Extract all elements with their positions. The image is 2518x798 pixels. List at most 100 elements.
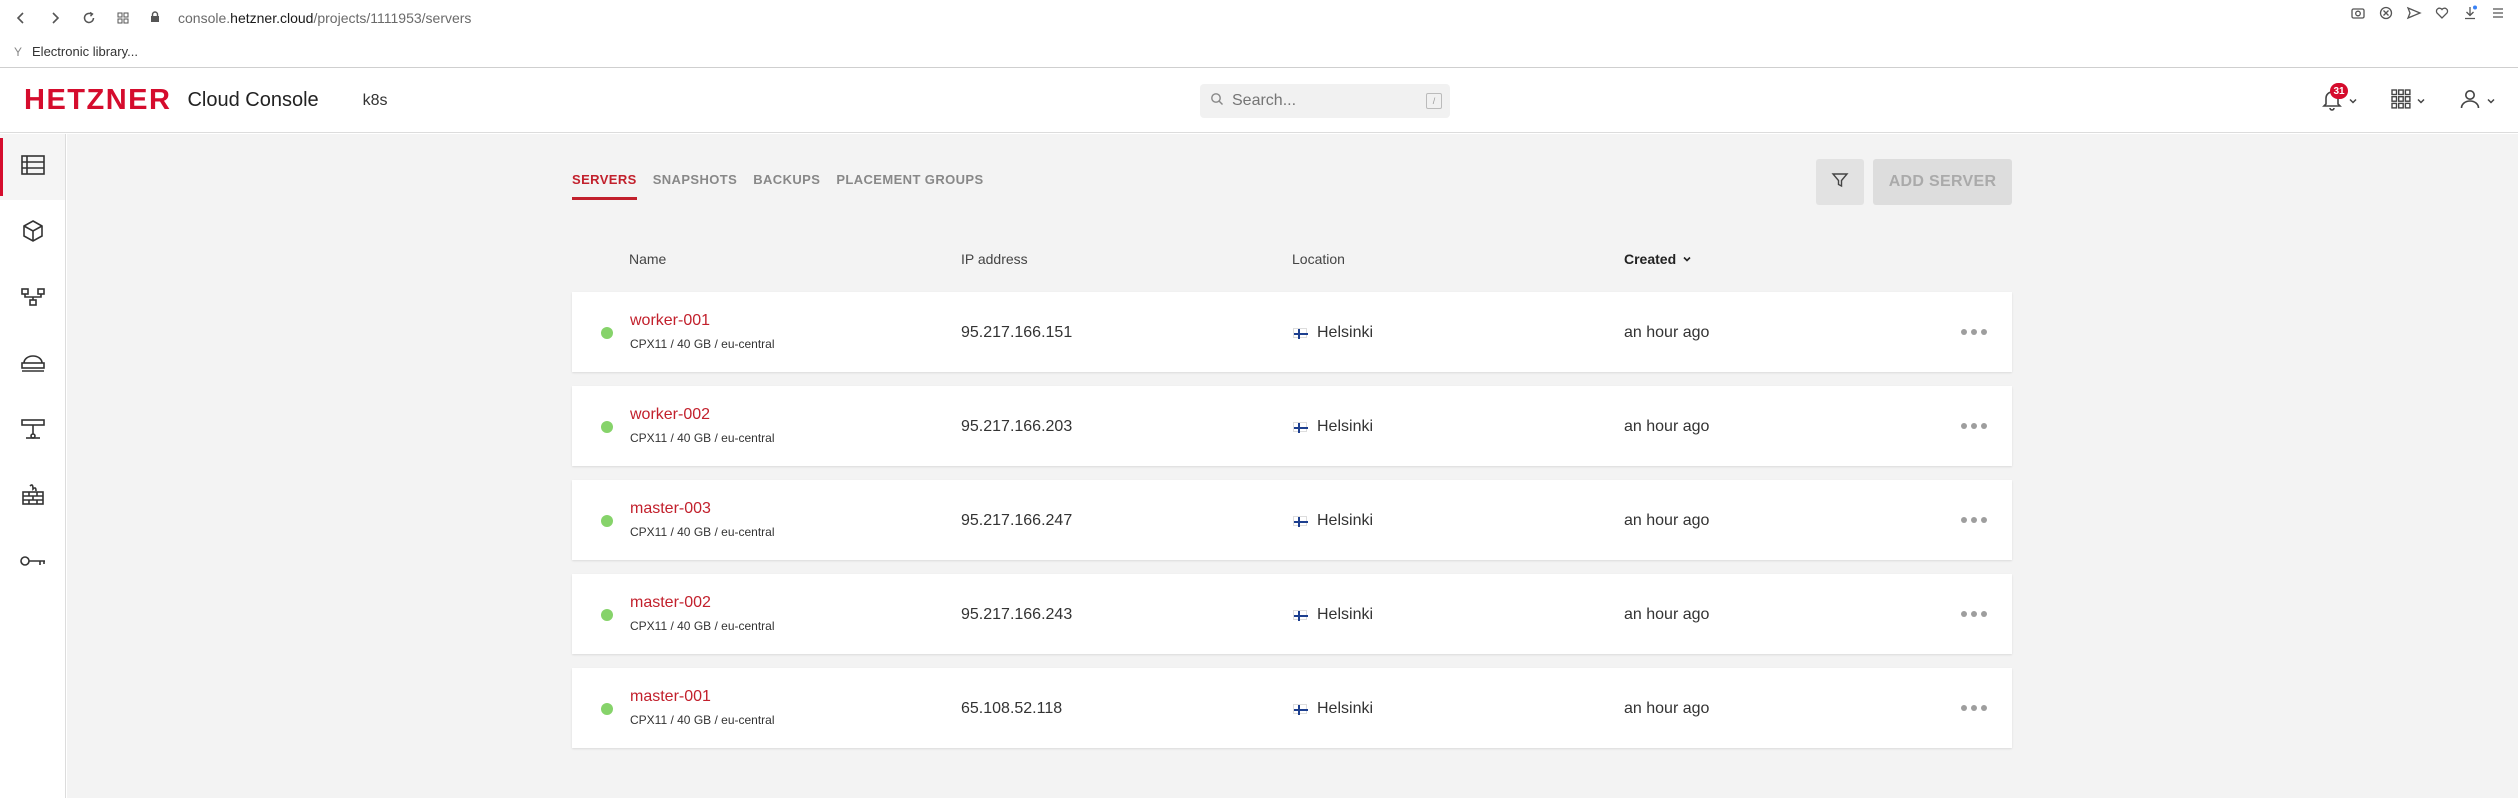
firewalls-icon: [20, 483, 46, 512]
sort-desc-icon: [1682, 251, 1692, 267]
server-name-link[interactable]: worker-002: [630, 406, 710, 424]
server-spec: CPX11 / 40 GB / eu-central: [630, 431, 775, 445]
server-created: an hour ago: [1624, 700, 1710, 717]
chevron-down-icon: [2486, 93, 2496, 111]
volumes-icon: [21, 219, 45, 248]
lock-icon: [150, 10, 160, 26]
server-location: Helsinki: [1317, 512, 1374, 529]
bookmark-electronic-library[interactable]: Electronic library...: [32, 44, 138, 59]
server-spec: CPX11 / 40 GB / eu-central: [630, 619, 775, 633]
filter-button[interactable]: [1816, 159, 1864, 205]
tab-servers[interactable]: SERVERS: [572, 172, 637, 200]
servers-icon: [20, 154, 46, 181]
apps-menu-button[interactable]: [2390, 88, 2426, 115]
more-actions-icon[interactable]: [1954, 320, 1994, 344]
sidebar-item-floating-ips[interactable]: [0, 398, 65, 464]
server-ip: 95.217.166.243: [961, 606, 1073, 623]
tab-placement-groups[interactable]: PLACEMENT GROUPS: [836, 172, 983, 200]
column-header-created[interactable]: Created: [1624, 251, 1692, 267]
tab-snapshots[interactable]: SNAPSHOTS: [653, 172, 738, 200]
server-row[interactable]: master-002 CPX11 / 40 GB / eu-central 95…: [572, 574, 2012, 654]
sidebar-item-load-balancers[interactable]: [0, 332, 65, 398]
status-running-indicator: [601, 609, 613, 621]
app-header: HETZNER Cloud Console k8s / 31: [0, 69, 2518, 133]
finland-flag-icon: [1293, 516, 1308, 527]
floating-ips-icon: [20, 417, 46, 446]
filter-icon: [1831, 171, 1849, 194]
server-ip: 95.217.166.247: [961, 512, 1073, 529]
apps-grid-icon[interactable]: [110, 5, 136, 31]
address-bar[interactable]: console. hetzner.cloud/projects/1111953/s…: [150, 10, 471, 26]
main-content: SERVERS SNAPSHOTS BACKUPS PLACEMENT GROU…: [67, 134, 2518, 798]
url-path: /projects/1111953/servers: [313, 10, 472, 26]
url-host: hetzner.cloud: [230, 10, 314, 26]
server-row[interactable]: worker-001 CPX11 / 40 GB / eu-central 95…: [572, 292, 2012, 372]
sidebar-item-servers[interactable]: [0, 134, 65, 200]
more-actions-icon[interactable]: [1954, 508, 1994, 532]
user-menu-button[interactable]: [2458, 87, 2496, 116]
server-name-link[interactable]: master-003: [630, 500, 711, 518]
column-header-name[interactable]: Name: [629, 251, 666, 267]
reload-icon[interactable]: [76, 5, 102, 31]
notifications-badge: 31: [2330, 83, 2348, 99]
sidebar-item-networks[interactable]: [0, 266, 65, 332]
notifications-button[interactable]: 31: [2320, 83, 2358, 116]
chevron-down-icon: [2416, 93, 2426, 111]
screenshot-icon[interactable]: [2350, 5, 2366, 26]
bookmarks-bar: Y Electronic library...: [0, 36, 2518, 68]
bookmark-icon: Y: [14, 44, 23, 59]
sidebar: [0, 134, 66, 798]
server-row[interactable]: master-003 CPX11 / 40 GB / eu-central 95…: [572, 480, 2012, 560]
tab-backups[interactable]: BACKUPS: [753, 172, 820, 200]
more-actions-icon[interactable]: [1954, 414, 1994, 438]
finland-flag-icon: [1293, 328, 1308, 339]
forward-icon[interactable]: [42, 5, 68, 31]
column-header-ip[interactable]: IP address: [961, 251, 1028, 267]
server-created: an hour ago: [1624, 606, 1710, 623]
search-input[interactable]: [1232, 92, 1402, 110]
back-icon[interactable]: [8, 5, 34, 31]
finland-flag-icon: [1293, 422, 1308, 433]
sidebar-item-ssh-keys[interactable]: [0, 530, 65, 596]
more-actions-icon[interactable]: [1954, 602, 1994, 626]
ssh-keys-icon: [19, 554, 47, 573]
hetzner-logo[interactable]: HETZNER: [24, 84, 171, 117]
send-icon[interactable]: [2406, 5, 2422, 26]
browser-toolbar: console. hetzner.cloud/projects/1111953/s…: [0, 0, 2518, 36]
search-shortcut: /: [1426, 93, 1442, 109]
server-row[interactable]: worker-002 CPX11 / 40 GB / eu-central 95…: [572, 386, 2012, 466]
product-name: Cloud Console: [187, 89, 319, 111]
apps-grid-icon: [2390, 88, 2412, 115]
server-spec: CPX11 / 40 GB / eu-central: [630, 337, 775, 351]
add-server-button[interactable]: ADD SERVER: [1873, 159, 2012, 205]
server-row[interactable]: master-001 CPX11 / 40 GB / eu-central 65…: [572, 668, 2012, 748]
finland-flag-icon: [1293, 704, 1308, 715]
server-name-link[interactable]: master-002: [630, 594, 711, 612]
server-spec: CPX11 / 40 GB / eu-central: [630, 713, 775, 727]
server-name-link[interactable]: master-001: [630, 688, 711, 706]
column-header-created-label: Created: [1624, 251, 1677, 267]
status-running-indicator: [601, 703, 613, 715]
column-header-location[interactable]: Location: [1292, 251, 1345, 267]
heart-icon[interactable]: [2434, 5, 2450, 26]
url-prefix: console.: [178, 10, 231, 26]
sidebar-item-volumes[interactable]: [0, 200, 65, 266]
search-icon: [1210, 92, 1224, 111]
project-name[interactable]: k8s: [363, 92, 388, 110]
status-running-indicator: [601, 327, 613, 339]
search-box[interactable]: /: [1200, 84, 1450, 118]
server-location: Helsinki: [1317, 700, 1374, 717]
block-icon[interactable]: [2378, 5, 2394, 26]
user-icon: [2458, 87, 2482, 116]
chevron-down-icon: [2348, 93, 2358, 111]
server-location: Helsinki: [1317, 324, 1374, 341]
server-name-link[interactable]: worker-001: [630, 312, 710, 330]
tab-bar: SERVERS SNAPSHOTS BACKUPS PLACEMENT GROU…: [572, 172, 984, 200]
server-location: Helsinki: [1317, 606, 1374, 623]
server-ip: 95.217.166.151: [961, 324, 1073, 341]
download-icon[interactable]: [2462, 5, 2478, 26]
menu-icon[interactable]: [2490, 5, 2506, 26]
more-actions-icon[interactable]: [1954, 696, 1994, 720]
sidebar-item-firewalls[interactable]: [0, 464, 65, 530]
load-balancers-icon: [20, 351, 46, 380]
